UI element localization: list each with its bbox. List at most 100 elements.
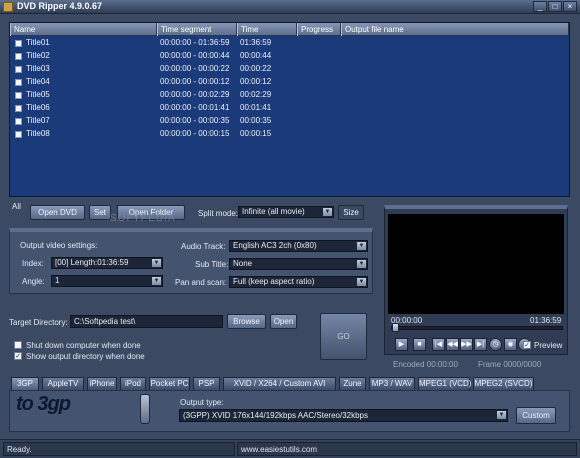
title-time-segment: 00:00:00 - 00:00:35 <box>160 116 230 125</box>
list-item[interactable]: Title04 00:00:00 - 00:00:12 00:00:12 <box>10 76 569 89</box>
title-checkbox[interactable] <box>15 40 22 47</box>
title-name: Title07 <box>26 116 50 125</box>
tab-mpeg2-svcd[interactable]: MPEG2 (SVCD) <box>473 377 534 390</box>
minimize-icon[interactable]: _ <box>533 1 547 12</box>
tab-mp3-wav[interactable]: MP3 / WAV <box>369 377 415 390</box>
output-type-select[interactable]: (3GPP) XVID 176x144/192kbps AAC/Stereo/3… <box>179 409 508 422</box>
title-time-segment: 00:00:00 - 00:01:41 <box>160 103 230 112</box>
title-checkbox[interactable] <box>15 131 22 138</box>
title-time: 00:00:22 <box>240 64 272 73</box>
rewind-icon[interactable]: ◀◀ <box>446 338 459 351</box>
go-button[interactable]: GO <box>320 313 367 360</box>
preview-checkbox[interactable]: ✓ <box>523 341 531 349</box>
title-time-segment: 00:00:00 - 00:00:12 <box>160 77 230 86</box>
play-icon[interactable]: ▶ <box>395 338 408 351</box>
column-header-time-segment[interactable]: Time segment <box>157 23 237 36</box>
audio-track-label: Audio Track: <box>181 242 226 251</box>
open-directory-button[interactable]: Open <box>270 314 297 329</box>
show-output-checkbox[interactable]: ✓ <box>14 352 22 360</box>
output-type-label: Output type: <box>180 398 224 407</box>
website-link[interactable]: www.easiestutils.com <box>237 442 577 456</box>
stop-icon[interactable]: ■ <box>413 338 426 351</box>
title-checkbox[interactable] <box>15 53 22 60</box>
softpedia-watermark: SOFTPEDIA <box>110 213 176 224</box>
list-item[interactable]: Title07 00:00:00 - 00:00:35 00:00:35 <box>10 115 569 128</box>
column-header-time[interactable]: Time <box>237 23 297 36</box>
title-checkbox[interactable] <box>15 66 22 73</box>
list-item[interactable]: Title02 00:00:00 - 00:00:44 00:00:44 <box>10 50 569 63</box>
camera-icon[interactable]: ◉ <box>504 338 517 351</box>
set-button[interactable]: Set <box>89 205 111 220</box>
title-time: 00:00:44 <box>240 51 272 60</box>
show-output-label: Show output directory when done <box>26 352 145 361</box>
encoded-status: Encoded 00:00:00 <box>393 360 458 369</box>
list-item[interactable]: Title05 00:00:00 - 00:02:29 00:02:29 <box>10 89 569 102</box>
custom-button[interactable]: Custom <box>516 407 556 424</box>
subtitle-label: Sub Title: <box>195 260 229 269</box>
shutdown-label: Shut down computer when done <box>26 341 141 350</box>
column-header-output-file[interactable]: Output file name <box>341 23 569 36</box>
title-time-segment: 00:00:00 - 00:00:22 <box>160 64 230 73</box>
frame-status: Frame 0000/0000 <box>478 360 542 369</box>
title-checkbox[interactable] <box>15 105 22 112</box>
index-label: Index: <box>22 259 44 268</box>
list-header: Name Time segment Time Progress Output f… <box>10 23 569 36</box>
list-item[interactable]: Title06 00:00:00 - 00:01:41 00:01:41 <box>10 102 569 115</box>
open-dvd-button[interactable]: Open DVD <box>30 205 85 220</box>
list-item[interactable]: Title01 00:00:00 - 01:36:59 01:36:59 <box>10 37 569 50</box>
status-text: Ready. <box>3 442 235 456</box>
title-time: 00:00:12 <box>240 77 272 86</box>
split-mode-select[interactable]: Infinite (all movie) ▼ <box>238 206 334 218</box>
skip-end-icon[interactable]: ▶| <box>474 338 487 351</box>
clock-icon[interactable]: ◷ <box>489 338 502 351</box>
angle-select[interactable]: 1 ▼ <box>51 275 163 287</box>
list-item[interactable]: Title08 00:00:00 - 00:00:15 00:00:15 <box>10 128 569 141</box>
seek-slider-track[interactable] <box>391 326 563 330</box>
chevron-down-icon: ▼ <box>357 278 366 286</box>
tab-zune[interactable]: Zune <box>339 377 366 390</box>
title-name: Title01 <box>26 38 50 47</box>
title-checkbox[interactable] <box>15 79 22 86</box>
browse-button[interactable]: Browse <box>227 314 266 329</box>
skip-start-icon[interactable]: |◀ <box>432 338 445 351</box>
list-item[interactable]: Title03 00:00:00 - 00:00:22 00:00:22 <box>10 63 569 76</box>
pan-scan-select[interactable]: Full (keep aspect ratio) ▼ <box>229 276 368 288</box>
split-mode-value: Infinite (all movie) <box>242 207 305 216</box>
phone-icon <box>140 394 150 424</box>
tab-ipod[interactable]: iPod <box>120 377 146 390</box>
maximize-icon[interactable]: □ <box>548 1 562 12</box>
close-icon[interactable]: × <box>563 1 577 12</box>
chevron-down-icon: ▼ <box>152 259 161 267</box>
size-button[interactable]: Size <box>338 205 364 220</box>
tab-3gp[interactable]: 3GP <box>11 377 39 390</box>
column-header-name[interactable]: Name <box>10 23 157 36</box>
column-header-progress[interactable]: Progress <box>297 23 341 36</box>
subtitle-select[interactable]: None ▼ <box>229 258 368 270</box>
tab-iphone[interactable]: iPhone <box>87 377 117 390</box>
chevron-down-icon: ▼ <box>497 411 506 419</box>
title-list[interactable]: Name Time segment Time Progress Output f… <box>9 22 570 197</box>
fast-forward-icon[interactable]: ▶▶ <box>460 338 473 351</box>
title-checkbox[interactable] <box>15 118 22 125</box>
index-select[interactable]: [00] Length:01:36:59 ▼ <box>51 257 163 269</box>
title-name: Title05 <box>26 90 50 99</box>
title-checkbox[interactable] <box>15 92 22 99</box>
angle-value: 1 <box>55 276 60 285</box>
tab-xvid-x264-custom-avi[interactable]: XViD / X264 / Custom AVI <box>223 377 336 390</box>
seek-slider-thumb[interactable] <box>392 323 399 332</box>
index-value: [00] Length:01:36:59 <box>55 258 129 267</box>
title-name: Title03 <box>26 64 50 73</box>
to-3gp-logo: to 3gp <box>16 393 71 415</box>
app-icon <box>3 2 13 12</box>
tab-appletv[interactable]: AppleTV <box>42 377 84 390</box>
shutdown-checkbox[interactable] <box>14 341 22 349</box>
tab-mpeg1-vcd[interactable]: MPEG1 (VCD) <box>418 377 471 390</box>
title-time-segment: 00:00:00 - 00:00:44 <box>160 51 230 60</box>
title-time: 00:01:41 <box>240 103 272 112</box>
tab-pocket-pc[interactable]: Pocket PC <box>149 377 190 390</box>
target-directory-field[interactable]: C:\Softpedia test\ <box>70 315 223 328</box>
audio-track-select[interactable]: English AC3 2ch (0x80) ▼ <box>229 240 368 252</box>
tab-psp[interactable]: PSP <box>193 377 220 390</box>
all-label: All <box>12 202 21 211</box>
angle-label: Angle: <box>22 277 45 286</box>
